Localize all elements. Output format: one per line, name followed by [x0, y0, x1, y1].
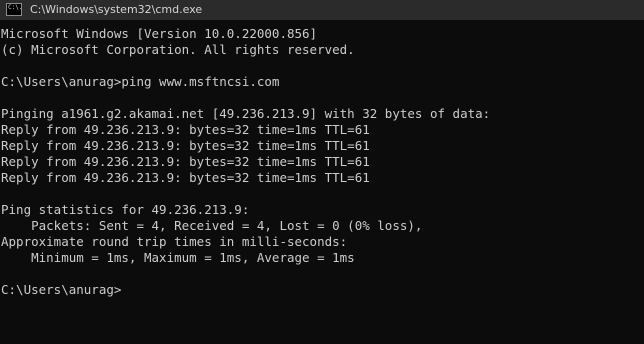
console-line: Packets: Sent = 4, Received = 4, Lost = …: [1, 218, 423, 233]
cmd-window: C:\. C:\Windows\system32\cmd.exe Microso…: [0, 0, 644, 344]
console-line: Microsoft Windows [Version 10.0.22000.85…: [1, 26, 318, 41]
console-line: (c) Microsoft Corporation. All rights re…: [1, 42, 355, 57]
console-line: Reply from 49.236.213.9: bytes=32 time=1…: [1, 122, 370, 137]
console-line: Reply from 49.236.213.9: bytes=32 time=1…: [1, 170, 370, 185]
cmd-icon[interactable]: C:\.: [6, 3, 22, 16]
title-bar[interactable]: C:\. C:\Windows\system32\cmd.exe: [0, 0, 644, 20]
console-output[interactable]: Microsoft Windows [Version 10.0.22000.85…: [0, 26, 644, 344]
console-line: Reply from 49.236.213.9: bytes=32 time=1…: [1, 138, 370, 153]
cmd-icon-label: C:\.: [8, 4, 23, 11]
console-line: Reply from 49.236.213.9: bytes=32 time=1…: [1, 154, 370, 169]
console-line: Approximate round trip times in milli-se…: [1, 234, 348, 249]
console-line: Ping statistics for 49.236.213.9:: [1, 202, 250, 217]
command-prompt[interactable]: C:\Users\anurag>: [0, 282, 644, 298]
window-title: C:\Windows\system32\cmd.exe: [30, 3, 203, 16]
console-line: Pinging a1961.g2.akamai.net [49.236.213.…: [1, 106, 491, 121]
console-line: C:\Users\anurag>ping www.msftncsi.com: [1, 74, 280, 89]
console-line: Minimum = 1ms, Maximum = 1ms, Average = …: [1, 250, 355, 265]
